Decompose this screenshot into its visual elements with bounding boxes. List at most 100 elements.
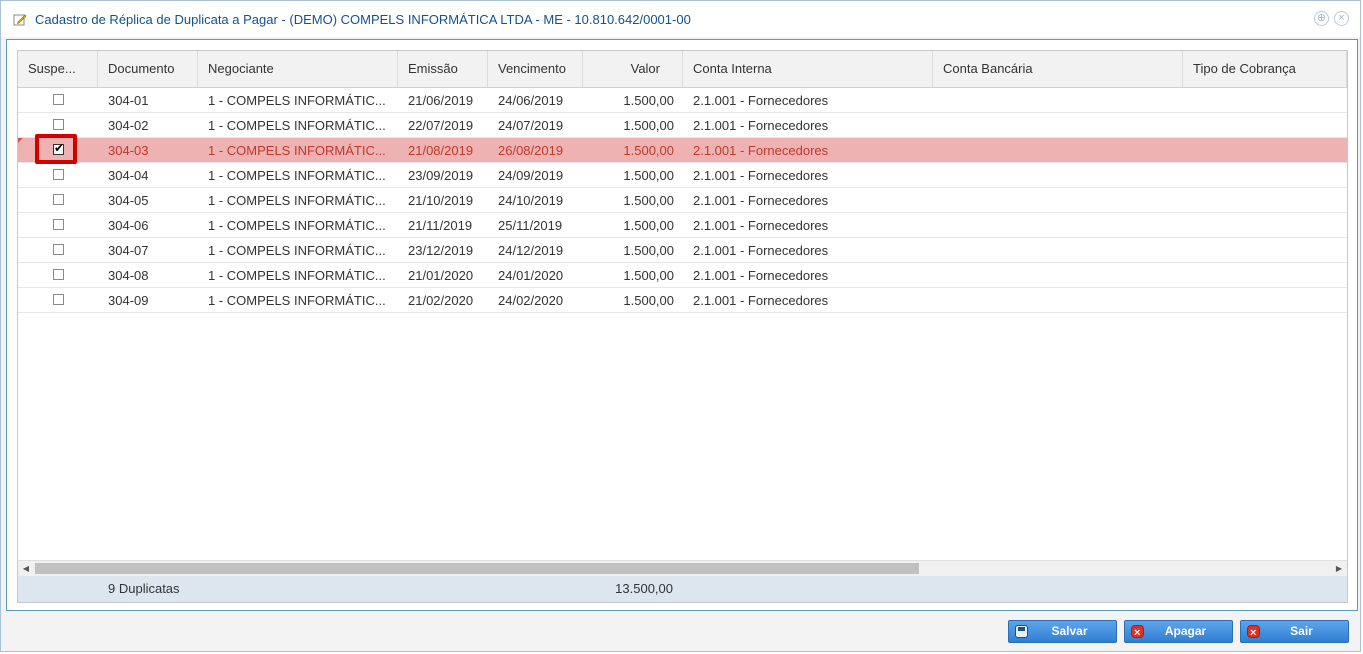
grid-footer: 9 Duplicatas 13.500,00	[18, 576, 1347, 602]
cell-vencimento: 24/10/2019	[498, 193, 564, 208]
cell-documento: 304-08	[108, 268, 149, 283]
cell-valor: 1.500,00	[623, 243, 674, 258]
row-changed-marker	[18, 138, 23, 143]
delete-button[interactable]: Apagar	[1124, 620, 1233, 644]
header-col-suspenso[interactable]: Suspe...	[18, 51, 98, 87]
cell-documento: 304-05	[108, 193, 149, 208]
cell-tipo-cobranca	[1183, 113, 1347, 138]
window-title: Cadastro de Réplica de Duplicata a Pagar…	[35, 12, 691, 27]
delete-icon	[1131, 623, 1144, 644]
cell-valor: 1.500,00	[623, 218, 674, 233]
table-row[interactable]: 304-05 1 - COMPELS INFORMÁTIC... 21/10/201…	[18, 188, 1347, 213]
table-row[interactable]: 304-01 1 - COMPELS INFORMÁTIC... 21/06/201…	[18, 88, 1347, 113]
header-col-emissao[interactable]: Emissão	[398, 51, 488, 87]
header-col-vencimento[interactable]: Vencimento	[488, 51, 583, 87]
scrollbar-thumb[interactable]	[35, 563, 919, 574]
cell-valor: 1.500,00	[623, 268, 674, 283]
table-row[interactable]: 304-02 1 - COMPELS INFORMÁTIC... 22/07/201…	[18, 113, 1347, 138]
cell-conta-interna: 2.1.001 - Fornecedores	[693, 93, 829, 108]
footer-total-valor: 13.500,00	[615, 581, 673, 596]
header-col-valor[interactable]: Valor	[583, 51, 683, 87]
header-col-negociante[interactable]: Negociante	[198, 51, 398, 87]
suspend-checkbox[interactable]	[53, 119, 64, 130]
cell-negociante: 1 - COMPELS INFORMÁTIC...	[208, 193, 386, 208]
header-col-documento[interactable]: Documento	[98, 51, 198, 87]
cell-negociante: 1 - COMPELS INFORMÁTIC...	[208, 293, 386, 308]
title-bar: Cadastro de Réplica de Duplicata a Pagar…	[1, 1, 1360, 37]
cell-vencimento: 24/09/2019	[498, 168, 564, 183]
cell-conta-bancaria	[933, 88, 1183, 113]
cell-conta-bancaria	[933, 163, 1183, 188]
close-icon[interactable]: ×	[1334, 11, 1349, 26]
cell-conta-bancaria	[933, 113, 1183, 138]
maximize-icon[interactable]: ⊕	[1314, 11, 1329, 26]
cell-emissao: 21/08/2019	[408, 143, 474, 158]
cell-conta-bancaria	[933, 213, 1183, 238]
pencil-edit-icon	[13, 14, 27, 26]
duplicatas-grid: Suspe... Documento Negociante Emissão Vencim…	[17, 50, 1348, 603]
suspend-checkbox[interactable]	[53, 269, 64, 280]
table-row[interactable]: 304-09 1 - COMPELS INFORMÁTIC... 21/02/202…	[18, 288, 1347, 313]
cell-documento: 304-01	[108, 93, 149, 108]
cell-vencimento: 24/02/2020	[498, 293, 564, 308]
cell-emissao: 21/06/2019	[408, 93, 474, 108]
table-row[interactable]: 304-04 1 - COMPELS INFORMÁTIC... 23/09/201…	[18, 163, 1347, 188]
dialog-window: Cadastro de Réplica de Duplicata a Pagar…	[0, 0, 1361, 652]
cell-conta-interna: 2.1.001 - Fornecedores	[693, 243, 829, 258]
delete-button-label: Apagar	[1164, 624, 1207, 638]
cell-negociante: 1 - COMPELS INFORMÁTIC...	[208, 118, 386, 133]
exit-button[interactable]: Sair	[1240, 620, 1349, 644]
cell-tipo-cobranca	[1183, 188, 1347, 213]
suspend-checkbox[interactable]	[53, 194, 64, 205]
table-row[interactable]: 304-07 1 - COMPELS INFORMÁTIC... 23/12/201…	[18, 238, 1347, 263]
cell-negociante: 1 - COMPELS INFORMÁTIC...	[208, 218, 386, 233]
cell-negociante: 1 - COMPELS INFORMÁTIC...	[208, 143, 386, 158]
footer-count: 9 Duplicatas	[108, 581, 180, 596]
cell-negociante: 1 - COMPELS INFORMÁTIC...	[208, 168, 386, 183]
cell-conta-interna: 2.1.001 - Fornecedores	[693, 268, 829, 283]
suspend-checkbox[interactable]	[53, 244, 64, 255]
cell-vencimento: 26/08/2019	[498, 143, 564, 158]
cell-tipo-cobranca	[1183, 263, 1347, 288]
scroll-right-icon[interactable]: ▶	[1331, 561, 1347, 576]
cell-conta-interna: 2.1.001 - Fornecedores	[693, 168, 829, 183]
cell-emissao: 22/07/2019	[408, 118, 474, 133]
cell-negociante: 1 - COMPELS INFORMÁTIC...	[208, 243, 386, 258]
cell-valor: 1.500,00	[623, 168, 674, 183]
header-col-conta-interna[interactable]: Conta Interna	[683, 51, 933, 87]
cell-emissao: 23/12/2019	[408, 243, 474, 258]
table-row[interactable]: 304-06 1 - COMPELS INFORMÁTIC... 21/11/201…	[18, 213, 1347, 238]
cell-tipo-cobranca	[1183, 238, 1347, 263]
cell-negociante: 1 - COMPELS INFORMÁTIC...	[208, 93, 386, 108]
cell-documento: 304-02	[108, 118, 149, 133]
header-col-tipo-cobranca[interactable]: Tipo de Cobrança	[1183, 51, 1347, 87]
cell-documento: 304-03	[108, 143, 149, 158]
horizontal-scrollbar[interactable]: ◀ ▶	[18, 560, 1347, 576]
cell-conta-interna: 2.1.001 - Fornecedores	[693, 193, 829, 208]
checkbox-highlight-box	[35, 134, 77, 164]
cell-valor: 1.500,00	[623, 118, 674, 133]
suspend-checkbox[interactable]	[53, 294, 64, 305]
cell-conta-interna: 2.1.001 - Fornecedores	[693, 218, 829, 233]
grid-header: Suspe... Documento Negociante Emissão Vencim…	[18, 51, 1347, 88]
save-button[interactable]: Salvar	[1008, 620, 1117, 643]
cell-documento: 304-06	[108, 218, 149, 233]
suspend-checkbox[interactable]	[53, 94, 64, 105]
cell-tipo-cobranca	[1183, 288, 1347, 313]
cell-emissao: 23/09/2019	[408, 168, 474, 183]
header-col-conta-bancaria[interactable]: Conta Bancária	[933, 51, 1183, 87]
cell-conta-bancaria	[933, 263, 1183, 288]
cell-vencimento: 24/01/2020	[498, 268, 564, 283]
suspend-checkbox[interactable]	[53, 169, 64, 180]
table-row[interactable]: 304-03 1 - COMPELS INFORMÁTIC... 21/08/201…	[18, 134, 1347, 164]
cell-valor: 1.500,00	[623, 93, 674, 108]
cell-negociante: 1 - COMPELS INFORMÁTIC...	[208, 268, 386, 283]
cell-conta-interna: 2.1.001 - Fornecedores	[693, 143, 829, 158]
scroll-left-icon[interactable]: ◀	[18, 561, 34, 576]
cell-valor: 1.500,00	[623, 293, 674, 308]
cell-documento: 304-09	[108, 293, 149, 308]
suspend-checkbox[interactable]	[53, 219, 64, 230]
cell-conta-bancaria	[933, 138, 1183, 163]
table-row[interactable]: 304-08 1 - COMPELS INFORMÁTIC... 21/01/202…	[18, 263, 1347, 288]
floppy-disk-icon	[1015, 625, 1028, 638]
